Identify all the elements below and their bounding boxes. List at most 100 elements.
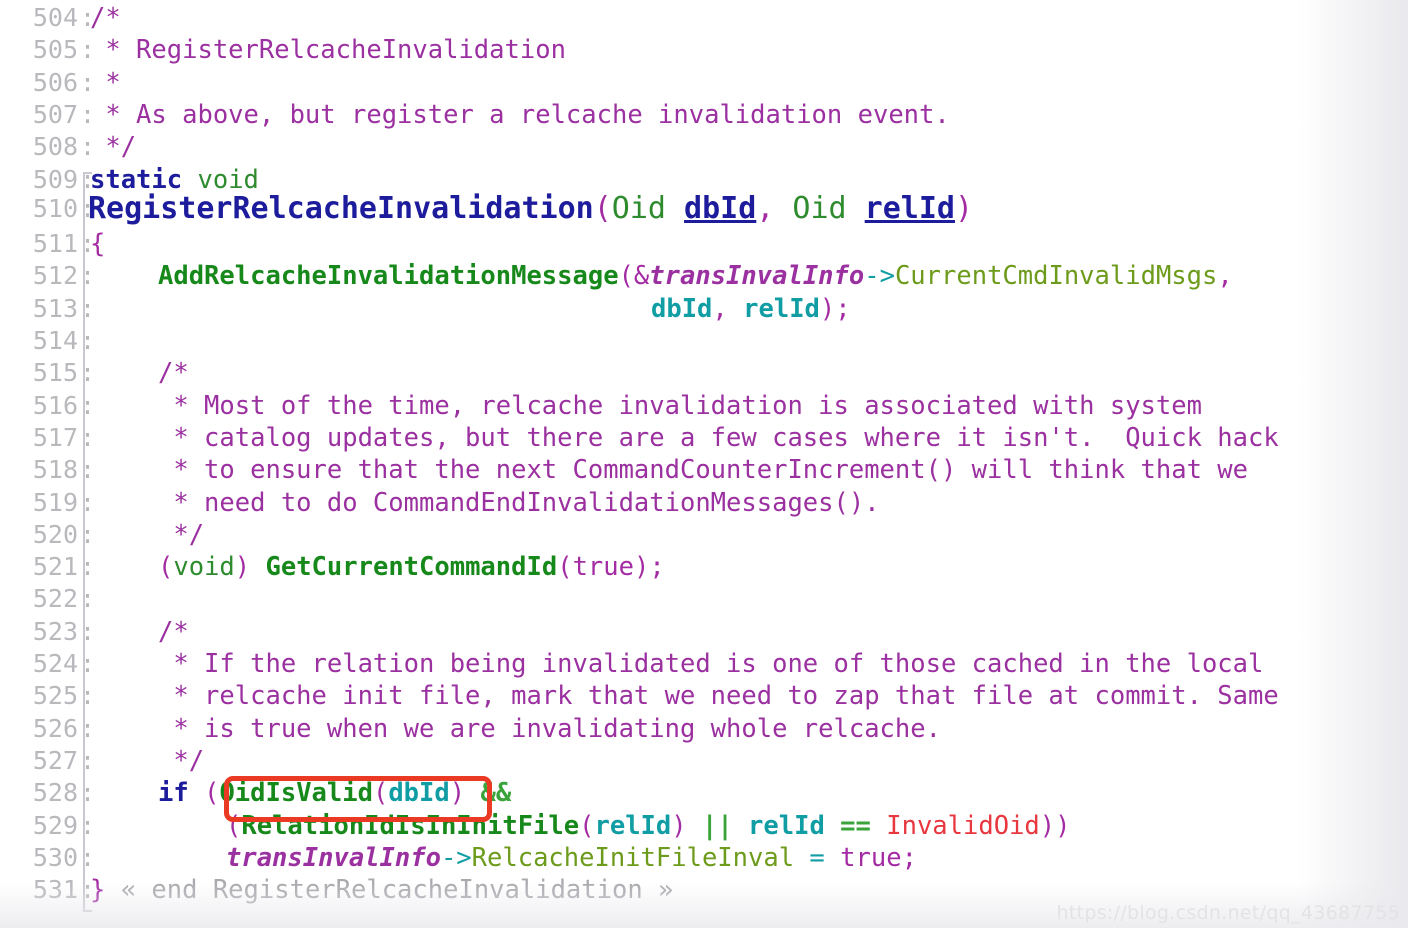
code-line[interactable]: 504:/* bbox=[0, 2, 1408, 34]
line-number: 514 bbox=[32, 326, 78, 355]
code-line[interactable]: 508: */ bbox=[0, 131, 1408, 163]
code-token: */ bbox=[158, 745, 205, 776]
code-text[interactable]: } « end RegisterRelcacheInvalidation » bbox=[90, 874, 673, 906]
line-number: 520 bbox=[32, 519, 78, 549]
code-token: AddRelcacheInvalidationMessage bbox=[158, 261, 619, 292]
code-token: ( bbox=[593, 190, 612, 226]
code-token: == bbox=[840, 810, 871, 841]
code-fold-guide-top-tick bbox=[83, 172, 92, 174]
code-token: , bbox=[712, 293, 728, 324]
red-highlight-annotation bbox=[224, 776, 492, 822]
code-text[interactable]: transInvalInfo->RelcacheInitFileInval = … bbox=[226, 842, 917, 874]
code-token: relId bbox=[594, 810, 672, 841]
code-token: ( bbox=[158, 552, 174, 583]
code-token: * to ensure that the next CommandCounter… bbox=[158, 455, 1249, 486]
code-text[interactable]: * to ensure that the next CommandCounter… bbox=[158, 454, 1248, 486]
line-number: 531 bbox=[32, 875, 78, 905]
code-text[interactable]: * RegisterRelcacheInvalidation bbox=[90, 34, 566, 66]
code-line[interactable]: 520: */ bbox=[0, 519, 1408, 551]
code-token: /* bbox=[158, 616, 189, 647]
code-token: Oid bbox=[611, 190, 666, 226]
line-number: 510 bbox=[32, 193, 78, 223]
code-text[interactable]: /* bbox=[158, 357, 189, 389]
code-line[interactable]: 510: RegisterRelcacheInvalidation(Oid dbI… bbox=[0, 190, 1408, 226]
code-text[interactable]: * relcache init file, mark that we need … bbox=[158, 680, 1278, 712]
code-token: * RegisterRelcacheInvalidation bbox=[90, 35, 566, 66]
code-text[interactable]: */ bbox=[158, 745, 204, 777]
code-line[interactable]: 516: * Most of the time, relcache invali… bbox=[0, 390, 1408, 422]
code-line[interactable]: 512: AddRelcacheInvalidationMessage(&tran… bbox=[0, 260, 1408, 292]
code-token: ( bbox=[557, 552, 573, 583]
code-editor-screenshot: 504:/* 505: * RegisterRelcacheInvalidatio… bbox=[0, 0, 1408, 928]
code-text[interactable]: RegisterRelcacheInvalidation(Oid dbId, O… bbox=[88, 190, 973, 226]
code-token: /* bbox=[158, 358, 189, 389]
code-line[interactable]: 506: * bbox=[0, 67, 1408, 99]
code-text[interactable]: * Most of the time, relcache invalidatio… bbox=[158, 390, 1202, 422]
code-line[interactable]: 514: bbox=[0, 325, 1408, 357]
code-token: (& bbox=[618, 261, 650, 292]
code-token: relId bbox=[864, 190, 955, 226]
line-number: 504 bbox=[32, 3, 78, 32]
code-fold-guide-bottom-tick bbox=[83, 910, 92, 912]
code-line[interactable]: 511:{ bbox=[0, 228, 1408, 260]
line-number: 512 bbox=[32, 261, 78, 291]
code-line[interactable]: 529: (RelationIdIsInInitFile(relId) || re… bbox=[0, 810, 1408, 842]
line-number: 526 bbox=[32, 713, 78, 743]
code-text[interactable]: * catalog updates, but there are a few c… bbox=[158, 422, 1278, 454]
code-token: ( bbox=[204, 778, 220, 809]
line-number: 530 bbox=[32, 842, 78, 872]
line-number: 519 bbox=[32, 487, 78, 517]
code-text[interactable]: * is true when we are invalidating whole… bbox=[158, 713, 941, 745]
line-number: 517 bbox=[32, 422, 78, 452]
code-line[interactable]: 523:/* bbox=[0, 616, 1408, 648]
line-number: 529 bbox=[32, 810, 78, 840]
code-line[interactable]: 525: * relcache init file, mark that we … bbox=[0, 680, 1408, 712]
code-token: dbId bbox=[651, 293, 713, 324]
code-text[interactable]: */ bbox=[158, 519, 204, 551]
code-line[interactable]: 515:/* bbox=[0, 357, 1408, 389]
code-text[interactable]: (void) GetCurrentCommandId(true); bbox=[158, 551, 665, 583]
code-line[interactable]: 522: bbox=[0, 583, 1408, 615]
code-text[interactable]: /* bbox=[90, 2, 121, 34]
line-number: 521 bbox=[32, 552, 78, 582]
code-line[interactable]: 505: * RegisterRelcacheInvalidation bbox=[0, 34, 1408, 66]
code-token: * Most of the time, relcache invalidatio… bbox=[158, 390, 1202, 421]
code-fold-guide-line bbox=[83, 172, 85, 912]
code-token: relId bbox=[743, 293, 820, 324]
line-number: 509 bbox=[32, 164, 78, 194]
code-text[interactable]: * As above, but register a relcache inva… bbox=[90, 99, 949, 131]
code-line[interactable]: 521: (void) GetCurrentCommandId(true); bbox=[0, 551, 1408, 583]
code-token: if bbox=[158, 778, 189, 809]
code-line[interactable]: 530: transInvalInfo->RelcacheInitFileInva… bbox=[0, 842, 1408, 874]
code-token: -> bbox=[864, 261, 895, 292]
code-token: transInvalInfo bbox=[649, 261, 865, 292]
code-token: { bbox=[90, 229, 106, 260]
code-text[interactable]: * need to do CommandEndInvalidationMessa… bbox=[158, 487, 879, 519]
site-watermark: https://blog.csdn.net/qq_43687755 bbox=[1056, 902, 1400, 924]
line-number: 516 bbox=[32, 390, 78, 420]
code-line[interactable]: 526: * is true when we are invalidating … bbox=[0, 713, 1408, 745]
code-text[interactable]: { bbox=[90, 228, 105, 260]
code-line[interactable]: 519: * need to do CommandEndInvalidation… bbox=[0, 487, 1408, 519]
code-text[interactable]: /* bbox=[158, 616, 189, 648]
code-line[interactable]: 524: * If the relation being invalidated… bbox=[0, 648, 1408, 680]
code-line[interactable]: 528: if (OidIsValid(dbId) && bbox=[0, 777, 1408, 809]
code-line[interactable]: 527: */ bbox=[0, 745, 1408, 777]
code-text[interactable]: * If the relation being invalidated is o… bbox=[158, 648, 1263, 680]
code-viewport[interactable]: 504:/* 505: * RegisterRelcacheInvalidatio… bbox=[0, 0, 1408, 928]
code-text[interactable]: dbId, relId); bbox=[651, 293, 851, 325]
code-text[interactable]: */ bbox=[90, 131, 136, 163]
code-line[interactable]: 507: * As above, but register a relcache… bbox=[0, 99, 1408, 131]
code-line[interactable]: 518: * to ensure that the next CommandCo… bbox=[0, 454, 1408, 486]
code-token: )) bbox=[1039, 810, 1071, 841]
code-text[interactable]: AddRelcacheInvalidationMessage(&transInv… bbox=[158, 260, 1233, 292]
code-line[interactable]: 513: dbId, relId); bbox=[0, 293, 1408, 325]
code-text[interactable]: * bbox=[90, 67, 120, 99]
code-line[interactable]: 517: * catalog updates, but there are a … bbox=[0, 422, 1408, 454]
code-token: transInvalInfo bbox=[226, 842, 441, 873]
